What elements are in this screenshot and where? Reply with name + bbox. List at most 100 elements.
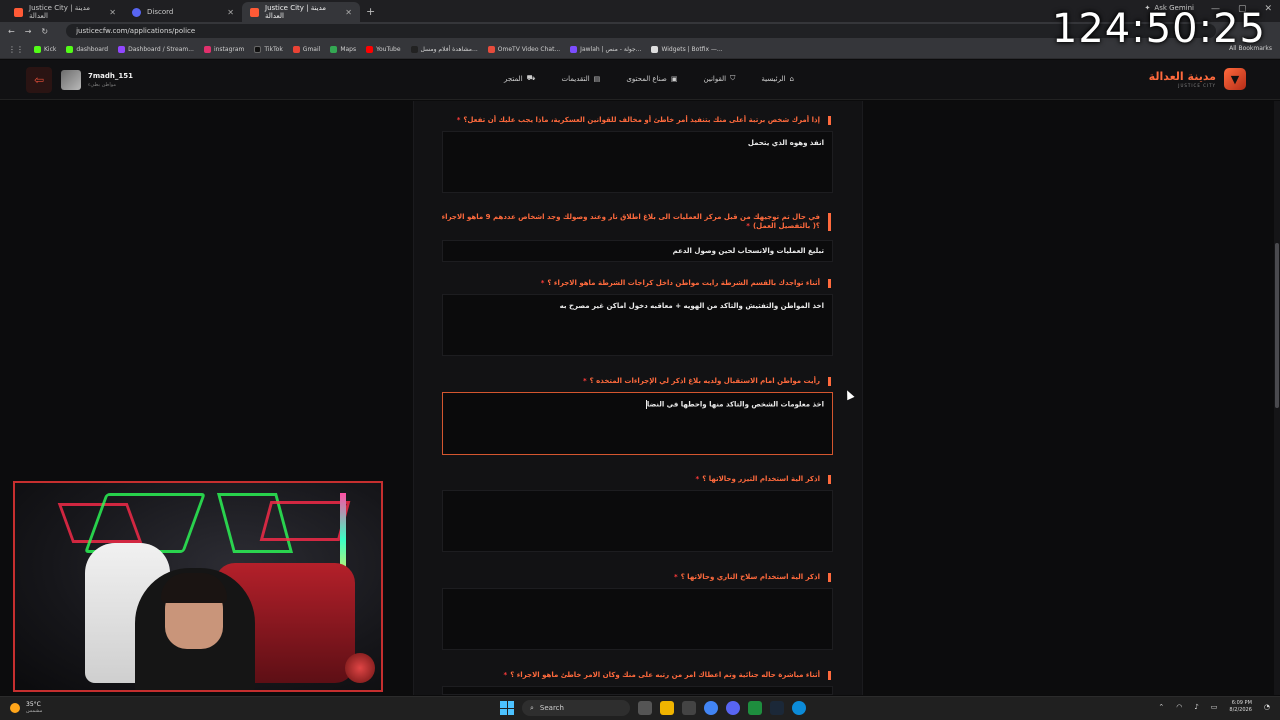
weather-widget[interactable]: 35°C مشمس bbox=[10, 701, 42, 714]
bookmark-item[interactable]: Jawlah | جولة - منص... bbox=[570, 45, 641, 53]
brand[interactable]: ▼ مدينة العدالة JUSTICE CITY bbox=[1149, 68, 1246, 90]
bookmark-item[interactable]: Gmail bbox=[292, 45, 321, 53]
bookmark-item[interactable]: OmeTV Video Chat... bbox=[487, 45, 561, 53]
date-text: 8/2/2026 bbox=[1229, 707, 1252, 713]
task-view-icon[interactable] bbox=[638, 701, 652, 715]
nav-label: التقديمات bbox=[561, 74, 590, 83]
app-icon[interactable] bbox=[748, 701, 762, 715]
edge-icon[interactable] bbox=[792, 701, 806, 715]
bookmark-label: instagram bbox=[213, 45, 245, 53]
nav-label: الرئيسية bbox=[761, 74, 786, 83]
question-text: أثناء مباشرة حاله جنائية وتم اعطاك امر م… bbox=[510, 671, 820, 679]
bookmark-item[interactable]: dashboard bbox=[66, 45, 108, 53]
system-tray: ⌃ ◠ ♪ ▭ 6:09 PM 8/2/2026 ◔ bbox=[1158, 700, 1270, 714]
network-icon[interactable]: ◠ bbox=[1176, 703, 1182, 711]
nav-store[interactable]: ⛟ المتجر bbox=[504, 74, 535, 83]
bookmark-item[interactable]: مشاهدة أفلام ومسل... bbox=[410, 45, 478, 53]
bookmark-item[interactable]: instagram bbox=[203, 45, 245, 53]
logout-button[interactable]: ⇦ bbox=[26, 67, 52, 93]
required-mark: * bbox=[695, 475, 700, 483]
question-text: رأيت مواطن امام الاستقبال ولديه بلاغ اذك… bbox=[589, 377, 820, 385]
brand-logo-icon: ▼ bbox=[1224, 68, 1246, 90]
scrollbar-thumb[interactable] bbox=[1275, 243, 1279, 408]
back-icon[interactable]: ← bbox=[8, 27, 15, 36]
avatar[interactable] bbox=[61, 70, 81, 90]
cart-icon: ⛟ bbox=[526, 74, 536, 82]
windows-taskbar: 35°C مشمس ⌕ Search ⌃ ◠ ♪ ▭ 6:09 PM 8/2/2… bbox=[0, 696, 1280, 720]
url-field[interactable]: justicecfw.com/applications/police bbox=[66, 24, 1217, 38]
bookmark-item[interactable]: TikTok bbox=[254, 45, 283, 53]
bookmark-item[interactable]: YouTube bbox=[366, 45, 401, 53]
answer-textarea-focused[interactable]: اخذ معلومات الشخص والتاكد منها واحطها في… bbox=[442, 392, 833, 455]
bookmark-item[interactable]: Dashboard / Stream... bbox=[118, 45, 194, 53]
bookmark-label: Dashboard / Stream... bbox=[128, 45, 194, 53]
question-text: اذكر الية استخدام سلاح الناري وحالاتها ؟ bbox=[680, 573, 820, 581]
nav-applications[interactable]: ▤ التقديمات bbox=[562, 74, 601, 83]
required-mark: * bbox=[540, 279, 545, 287]
question-label: أثناء تواجدك بالقسم الشرطة رايت مواطن دا… bbox=[441, 279, 831, 288]
bookmark-item[interactable]: Widgets | Botfix —... bbox=[651, 45, 723, 53]
close-icon[interactable]: ✕ bbox=[109, 8, 116, 17]
chrome-icon[interactable] bbox=[704, 701, 718, 715]
volume-icon[interactable]: ♪ bbox=[1194, 703, 1198, 711]
bookmark-item[interactable]: Kick bbox=[34, 45, 56, 53]
reload-icon[interactable]: ↻ bbox=[41, 27, 48, 36]
neon-light bbox=[259, 501, 351, 541]
question-text: اذكر الية استخدام التيزر وحالاتها ؟ bbox=[702, 475, 820, 483]
new-tab-button[interactable]: + bbox=[366, 5, 375, 18]
answer-textarea[interactable]: انفذ وهوه الذي يتحمل bbox=[442, 131, 833, 193]
question-label: في حال تم توجيهك من قبل مركز العمليات ال… bbox=[441, 213, 831, 231]
close-icon[interactable]: ✕ bbox=[227, 8, 234, 17]
question-text: أثناء تواجدك بالقسم الشرطة رايت مواطن دا… bbox=[547, 279, 820, 287]
nav-home[interactable]: ⌂ الرئيسية bbox=[761, 74, 794, 83]
close-icon[interactable]: ✕ bbox=[345, 8, 352, 17]
screen: Justice City | مدينة العدالة ✕ Discord ✕… bbox=[0, 0, 1280, 720]
required-mark: * bbox=[456, 116, 461, 124]
clock[interactable]: 6:09 PM 8/2/2026 bbox=[1229, 700, 1251, 714]
windows-start-icon[interactable] bbox=[500, 701, 514, 715]
question-label: اذكر الية استخدام سلاح الناري وحالاتها ؟… bbox=[441, 573, 831, 582]
weather-temp: 35°C bbox=[26, 701, 41, 708]
apps-icon[interactable]: ⋮⋮ bbox=[8, 45, 24, 54]
nav-label: صناع المحتوى bbox=[626, 74, 667, 83]
chevron-up-icon[interactable]: ⌃ bbox=[1158, 703, 1164, 711]
justice-favicon-icon bbox=[250, 7, 259, 17]
bookmark-item[interactable]: Maps bbox=[330, 45, 356, 53]
steam-icon[interactable] bbox=[770, 701, 784, 715]
taskbar-search[interactable]: ⌕ Search bbox=[522, 700, 630, 716]
required-mark: * bbox=[674, 573, 678, 581]
nav-rules[interactable]: ⛉ القوانين bbox=[704, 74, 736, 83]
discord-icon[interactable] bbox=[726, 701, 740, 715]
nav-creators[interactable]: ▣ صناع المحتوى bbox=[626, 74, 677, 83]
file-explorer-icon[interactable] bbox=[660, 701, 674, 715]
answer-textarea[interactable] bbox=[442, 686, 833, 695]
bookmark-label: OmeTV Video Chat... bbox=[497, 45, 561, 53]
search-label: Search bbox=[539, 704, 564, 712]
notification-icon[interactable]: ◔ bbox=[1264, 703, 1270, 711]
user-role: مواطن بطيء bbox=[88, 82, 117, 88]
weather-desc: مشمس bbox=[26, 708, 43, 714]
sun-icon bbox=[10, 702, 20, 713]
required-mark: * bbox=[583, 377, 587, 385]
bookmark-label: Gmail bbox=[302, 45, 321, 53]
browser-tab[interactable]: Justice City | مدينة العدالة ✕ bbox=[6, 2, 124, 22]
site-header: ⇦ 7madh_151 مواطن بطيء ⌂ الرئيسية ⛉ القو… bbox=[0, 60, 1280, 100]
answer-textarea[interactable]: تبليغ العمليات والانسحاب لحين وصول الدعم bbox=[442, 240, 833, 262]
taskbar-apps: ⌕ Search bbox=[500, 700, 806, 716]
battery-icon[interactable]: ▭ bbox=[1211, 703, 1218, 711]
logout-icon: ⇦ bbox=[33, 73, 45, 87]
browser-tab[interactable]: Discord ✕ bbox=[124, 2, 242, 22]
answer-textarea[interactable]: اخذ المواطن والتفتيش والتاكد من الهويه +… bbox=[442, 294, 833, 356]
browser-tab-active[interactable]: Justice City | مدينة العدالة ✕ bbox=[242, 2, 360, 22]
answer-textarea[interactable] bbox=[442, 588, 833, 650]
answer-textarea[interactable] bbox=[442, 490, 833, 552]
search-icon: ⌕ bbox=[530, 703, 534, 712]
bookmark-label: TikTok bbox=[264, 45, 283, 53]
tab-title: Justice City | مدينة العدالة bbox=[265, 4, 326, 20]
forward-icon[interactable]: → bbox=[25, 27, 32, 36]
nav-label: المتجر bbox=[504, 74, 523, 83]
app-icon[interactable] bbox=[682, 701, 696, 715]
video-icon: ▣ bbox=[670, 74, 678, 83]
question-label: أثناء مباشرة حاله جنائية وتم اعطاك امر م… bbox=[441, 671, 831, 680]
bookmark-label: YouTube bbox=[376, 45, 401, 53]
